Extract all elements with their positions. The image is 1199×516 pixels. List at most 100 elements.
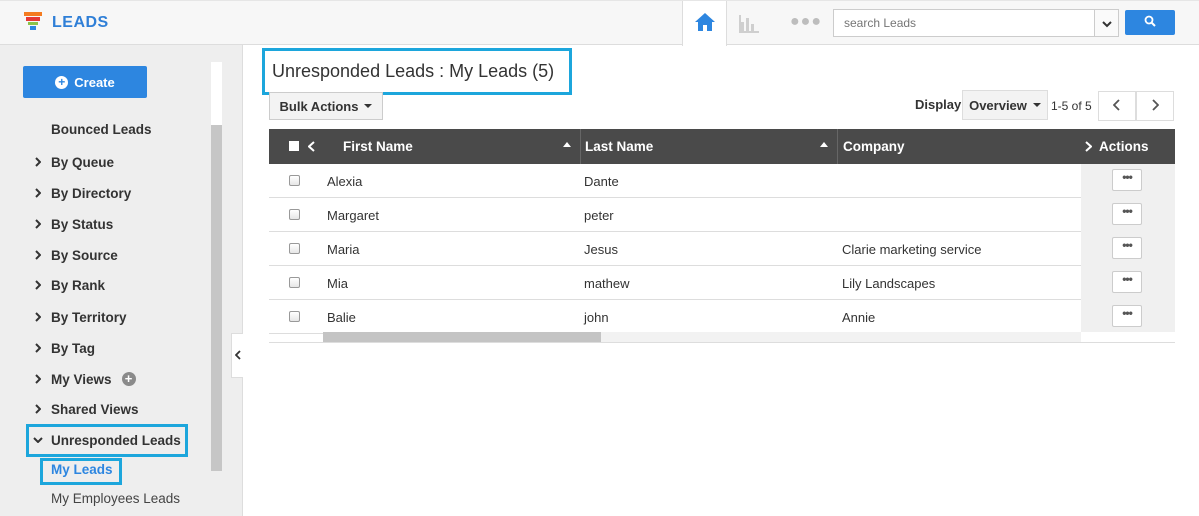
chevron-right-icon xyxy=(33,250,43,260)
add-view-icon[interactable]: + xyxy=(121,372,136,386)
row-actions-button[interactable]: ••• xyxy=(1112,203,1142,225)
sidebar-item-shared-views[interactable]: Shared Views xyxy=(33,399,139,419)
row-checkbox[interactable] xyxy=(289,243,300,254)
cell-last-name[interactable]: john xyxy=(584,310,609,325)
sidebar-item-bounced-leads[interactable]: Bounced Leads xyxy=(51,122,152,137)
next-page-button[interactable] xyxy=(1136,91,1174,121)
sidebar-scrollbar[interactable] xyxy=(211,125,222,471)
sidebar-subitem-my-leads[interactable]: My Leads xyxy=(51,462,113,477)
more-dots-icon: ●●● xyxy=(790,13,822,30)
cell-first-name[interactable]: Balie xyxy=(327,310,356,325)
column-header-label: Actions xyxy=(1099,139,1149,154)
cell-last-name[interactable]: Jesus xyxy=(584,242,618,257)
funnel-logo-icon xyxy=(22,10,44,35)
column-header-label: Company xyxy=(843,139,905,154)
row-checkbox[interactable] xyxy=(289,175,300,186)
column-divider xyxy=(837,129,838,164)
sort-asc-icon[interactable] xyxy=(563,142,571,147)
app-name: LEADS xyxy=(52,13,109,31)
column-header-first-name[interactable]: First Name xyxy=(343,129,413,164)
cell-last-name[interactable]: peter xyxy=(584,208,614,223)
cell-last-name[interactable]: mathew xyxy=(584,276,630,291)
display-label: Display xyxy=(915,97,962,112)
sidebar-item-label: Unresponded Leads xyxy=(51,432,181,448)
search-filter-dropdown[interactable] xyxy=(1094,10,1118,36)
sidebar-item-label: By Status xyxy=(51,216,114,232)
sidebar-item-by-queue[interactable]: By Queue xyxy=(33,152,114,172)
cell-company[interactable]: Annie xyxy=(842,310,875,325)
sidebar-item-unresponded-leads[interactable]: Unresponded Leads xyxy=(33,430,181,450)
table-header: First Name Last Name Company Actions xyxy=(269,129,1175,164)
column-header-last-name[interactable]: Last Name xyxy=(585,129,653,164)
sidebar-collapse-button[interactable] xyxy=(231,333,243,378)
caret-down-icon xyxy=(1032,103,1041,107)
chevron-right-icon xyxy=(33,280,43,290)
more-nav-button[interactable]: ●●● xyxy=(790,13,822,31)
table-hscrollbar[interactable] xyxy=(323,332,601,342)
sidebar-item-by-territory[interactable]: By Territory xyxy=(33,307,127,327)
chevron-left-icon xyxy=(1112,98,1121,114)
sidebar-subitem-my-employees-leads[interactable]: My Employees Leads xyxy=(51,491,180,506)
create-button-label: Create xyxy=(74,74,115,90)
display-select[interactable]: Overview xyxy=(962,90,1048,120)
cell-first-name[interactable]: Maria xyxy=(327,242,360,257)
scroll-left-icon[interactable] xyxy=(307,140,315,155)
home-icon xyxy=(694,12,716,35)
search-button[interactable] xyxy=(1125,10,1175,35)
row-checkbox[interactable] xyxy=(289,277,300,288)
row-actions-button[interactable]: ••• xyxy=(1112,169,1142,191)
search-input[interactable] xyxy=(834,10,1094,36)
row-checkbox[interactable] xyxy=(289,311,300,322)
bulk-actions-button[interactable]: Bulk Actions xyxy=(269,92,383,120)
select-all-checkbox[interactable] xyxy=(289,141,299,151)
cell-company[interactable]: Lily Landscapes xyxy=(842,276,935,291)
table-bottom-border xyxy=(269,342,1175,343)
chevron-down-icon xyxy=(33,437,43,443)
sidebar-item-by-source[interactable]: By Source xyxy=(33,245,118,265)
sidebar-item-by-tag[interactable]: By Tag xyxy=(33,338,95,358)
home-nav-button[interactable] xyxy=(682,1,727,46)
display-select-value: Overview xyxy=(969,97,1027,113)
scroll-right-icon[interactable] xyxy=(1085,140,1093,155)
cell-first-name[interactable]: Alexia xyxy=(327,174,362,189)
row-actions-button[interactable]: ••• xyxy=(1112,305,1142,327)
sidebar-item-label: Bounced Leads xyxy=(51,122,152,137)
chevron-right-icon xyxy=(33,219,43,229)
table-row[interactable]: Margaret peter xyxy=(269,198,1081,232)
sort-asc-icon[interactable] xyxy=(820,142,828,147)
column-header-label: Last Name xyxy=(585,139,654,154)
column-header-company[interactable]: Company xyxy=(843,129,905,164)
table-row[interactable]: Mia mathew Lily Landscapes xyxy=(269,266,1081,300)
sidebar-subitem-label: My Employees Leads xyxy=(51,491,181,506)
sidebar-item-by-rank[interactable]: By Rank xyxy=(33,275,105,295)
table-row[interactable]: Balie john Annie xyxy=(269,300,1081,334)
app-brand[interactable]: LEADS xyxy=(22,10,109,35)
prev-page-button[interactable] xyxy=(1098,91,1136,121)
sidebar-item-label: By Queue xyxy=(51,154,115,170)
table-row[interactable]: Maria Jesus Clarie marketing service xyxy=(269,232,1081,266)
plus-icon: + xyxy=(55,75,69,89)
sidebar-item-label: By Directory xyxy=(51,185,132,201)
cell-company[interactable]: Clarie marketing service xyxy=(842,242,981,257)
create-button[interactable]: + Create xyxy=(23,66,147,98)
chevron-right-icon xyxy=(33,404,43,414)
chevron-down-icon xyxy=(1101,16,1112,31)
row-actions-button[interactable]: ••• xyxy=(1112,237,1142,259)
cell-first-name[interactable]: Mia xyxy=(327,276,348,291)
reports-nav-button[interactable] xyxy=(738,14,760,37)
column-header-actions: Actions xyxy=(1099,129,1149,164)
sidebar-item-by-directory[interactable]: By Directory xyxy=(33,183,131,203)
sidebar-item-by-status[interactable]: By Status xyxy=(33,214,113,234)
cell-last-name[interactable]: Dante xyxy=(584,174,619,189)
chevron-right-icon xyxy=(33,374,43,384)
chevron-right-icon xyxy=(33,312,43,322)
sidebar-item-my-views[interactable]: My Views + xyxy=(33,369,136,389)
row-checkbox[interactable] xyxy=(289,209,300,220)
cell-first-name[interactable]: Margaret xyxy=(327,208,379,223)
bulk-actions-label: Bulk Actions xyxy=(279,98,359,114)
chevron-right-icon xyxy=(1151,98,1160,114)
sidebar-item-label: By Tag xyxy=(51,340,96,356)
table-row[interactable]: Alexia Dante xyxy=(269,164,1081,198)
row-actions-button[interactable]: ••• xyxy=(1112,271,1142,293)
column-header-label: First Name xyxy=(343,139,413,154)
